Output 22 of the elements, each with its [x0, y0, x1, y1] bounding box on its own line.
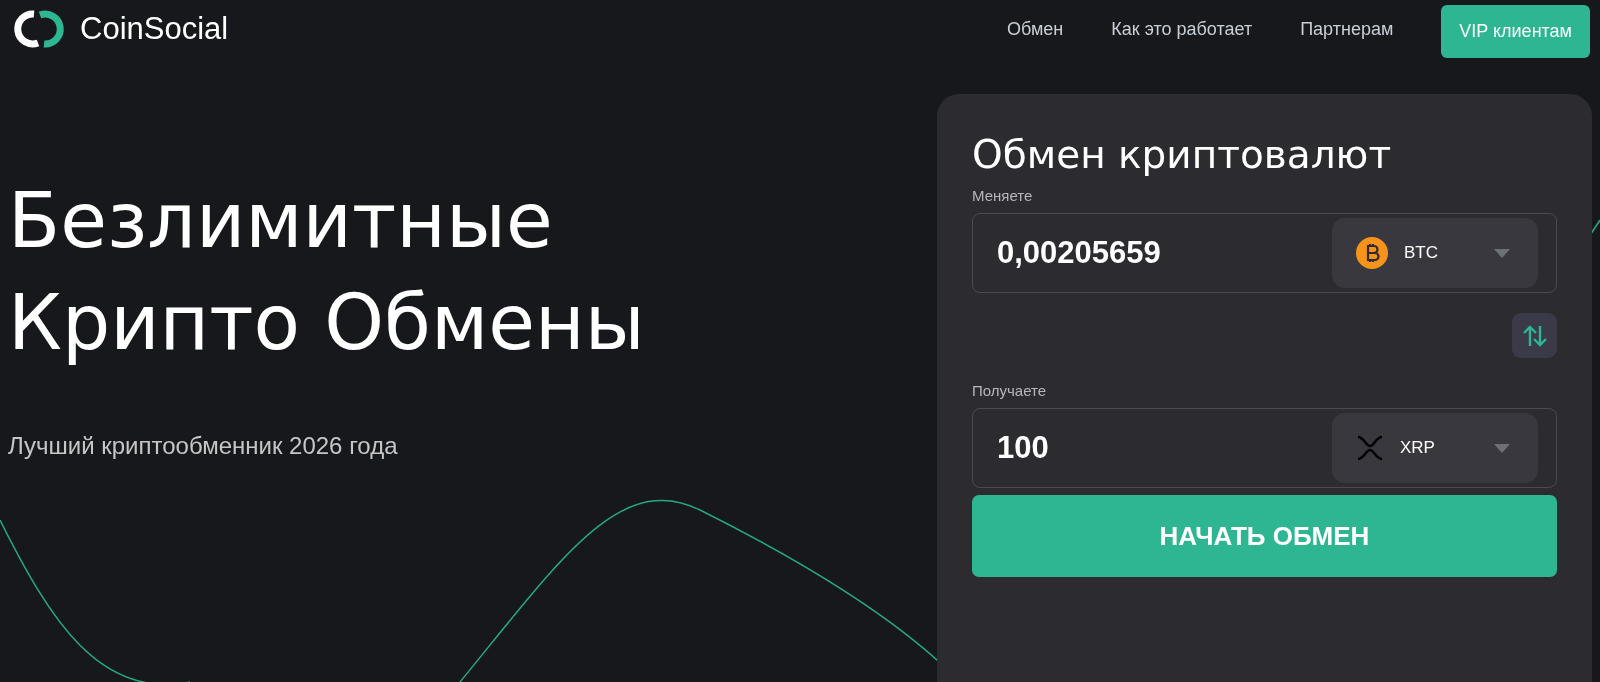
currency-select[interactable]: XRP: [1332, 413, 1538, 483]
nav-link[interactable]: Обмен: [1007, 18, 1064, 40]
swap-button[interactable]: [1512, 313, 1557, 358]
logo-text: CoinSocial: [80, 11, 229, 47]
field-label: Меняете: [972, 187, 1034, 204]
amount-field[interactable]: 0,00205659 BTC: [972, 213, 1557, 293]
caret-icon: [1494, 248, 1510, 258]
swap-arrows-icon: [1522, 324, 1547, 347]
subtitle: Лучший криптообменник 2026 года: [8, 432, 399, 460]
caret-icon: [1494, 443, 1510, 453]
headline: Безлимитные: [8, 175, 554, 267]
nav-link[interactable]: Партнерам: [1300, 18, 1394, 40]
currency-select[interactable]: BTC: [1332, 218, 1538, 288]
nav-link[interactable]: Как это работает: [1111, 18, 1253, 40]
headline: Крипто Обмены: [8, 277, 645, 369]
field-label: Получаете: [972, 382, 1048, 399]
card-title: Обмен криптовалют: [972, 132, 1393, 177]
xrp-icon: [1356, 435, 1384, 461]
amount-value: 0,00205659: [997, 235, 1162, 271]
amount-value: 100: [997, 430, 1050, 466]
amount-field[interactable]: 100 XRP: [972, 408, 1557, 488]
bitcoin-icon: [1356, 237, 1388, 269]
